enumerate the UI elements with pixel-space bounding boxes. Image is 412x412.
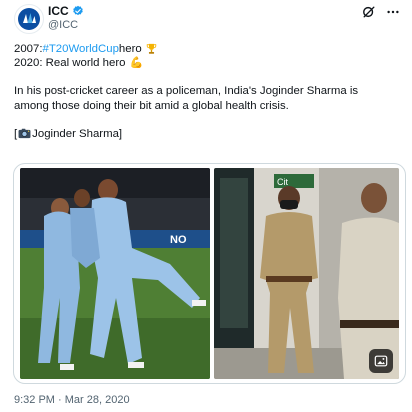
photo-credit: [ Joginder Sharma]	[14, 127, 404, 141]
tweet-line2-text: 2020: Real world hero	[14, 57, 126, 70]
tweet-line1-prefix: 2007:	[14, 43, 43, 55]
tweet-para-line-2: among those doing their bit amid a globa…	[14, 99, 289, 112]
tweet-card: ICC @ICC 2007: #T20WorldCup hero 2020: R…	[0, 0, 412, 412]
svg-text:NO: NO	[170, 234, 187, 246]
svg-text:Cit: Cit	[277, 177, 288, 187]
policeman-photo[interactable]: Cit	[214, 168, 399, 379]
tweet-line-2: 2020: Real world hero 💪	[14, 56, 404, 70]
cricket-celebration-photo[interactable]: NO	[20, 168, 210, 379]
hashtag-link[interactable]: #T20WorldCup	[43, 42, 119, 56]
media-grid: NO Cit	[13, 163, 406, 384]
verified-badge-icon	[72, 5, 83, 16]
flexed-biceps-emoji: 💪	[129, 57, 144, 70]
tweet-line-1: 2007: #T20WorldCup hero	[14, 42, 404, 56]
photo-credit-bracket: [	[14, 127, 18, 140]
display-name[interactable]: ICC	[48, 4, 69, 18]
tweet-para-line-1: In his post-cricket career as a policema…	[14, 85, 359, 98]
image-description-icon	[374, 355, 388, 367]
more-options-icon[interactable]	[386, 5, 400, 19]
header-actions	[362, 5, 400, 19]
author-names: ICC @ICC	[48, 4, 84, 32]
photo-credit-name: Joginder Sharma]	[32, 127, 123, 140]
handle[interactable]: @ICC	[48, 18, 84, 32]
avatar[interactable]	[14, 4, 44, 34]
image-description-button[interactable]	[369, 349, 393, 373]
icc-logo-icon	[18, 8, 40, 30]
tweet-line1-suffix: hero	[118, 43, 142, 55]
tweet-text: 2007: #T20WorldCup hero 2020: Real world…	[14, 42, 404, 141]
trophy-emoji	[146, 43, 156, 54]
grok-icon[interactable]	[362, 5, 376, 19]
tweet-timestamp[interactable]: 9:32 PM · Mar 28, 2020	[14, 393, 130, 407]
camera-emoji	[18, 129, 31, 139]
